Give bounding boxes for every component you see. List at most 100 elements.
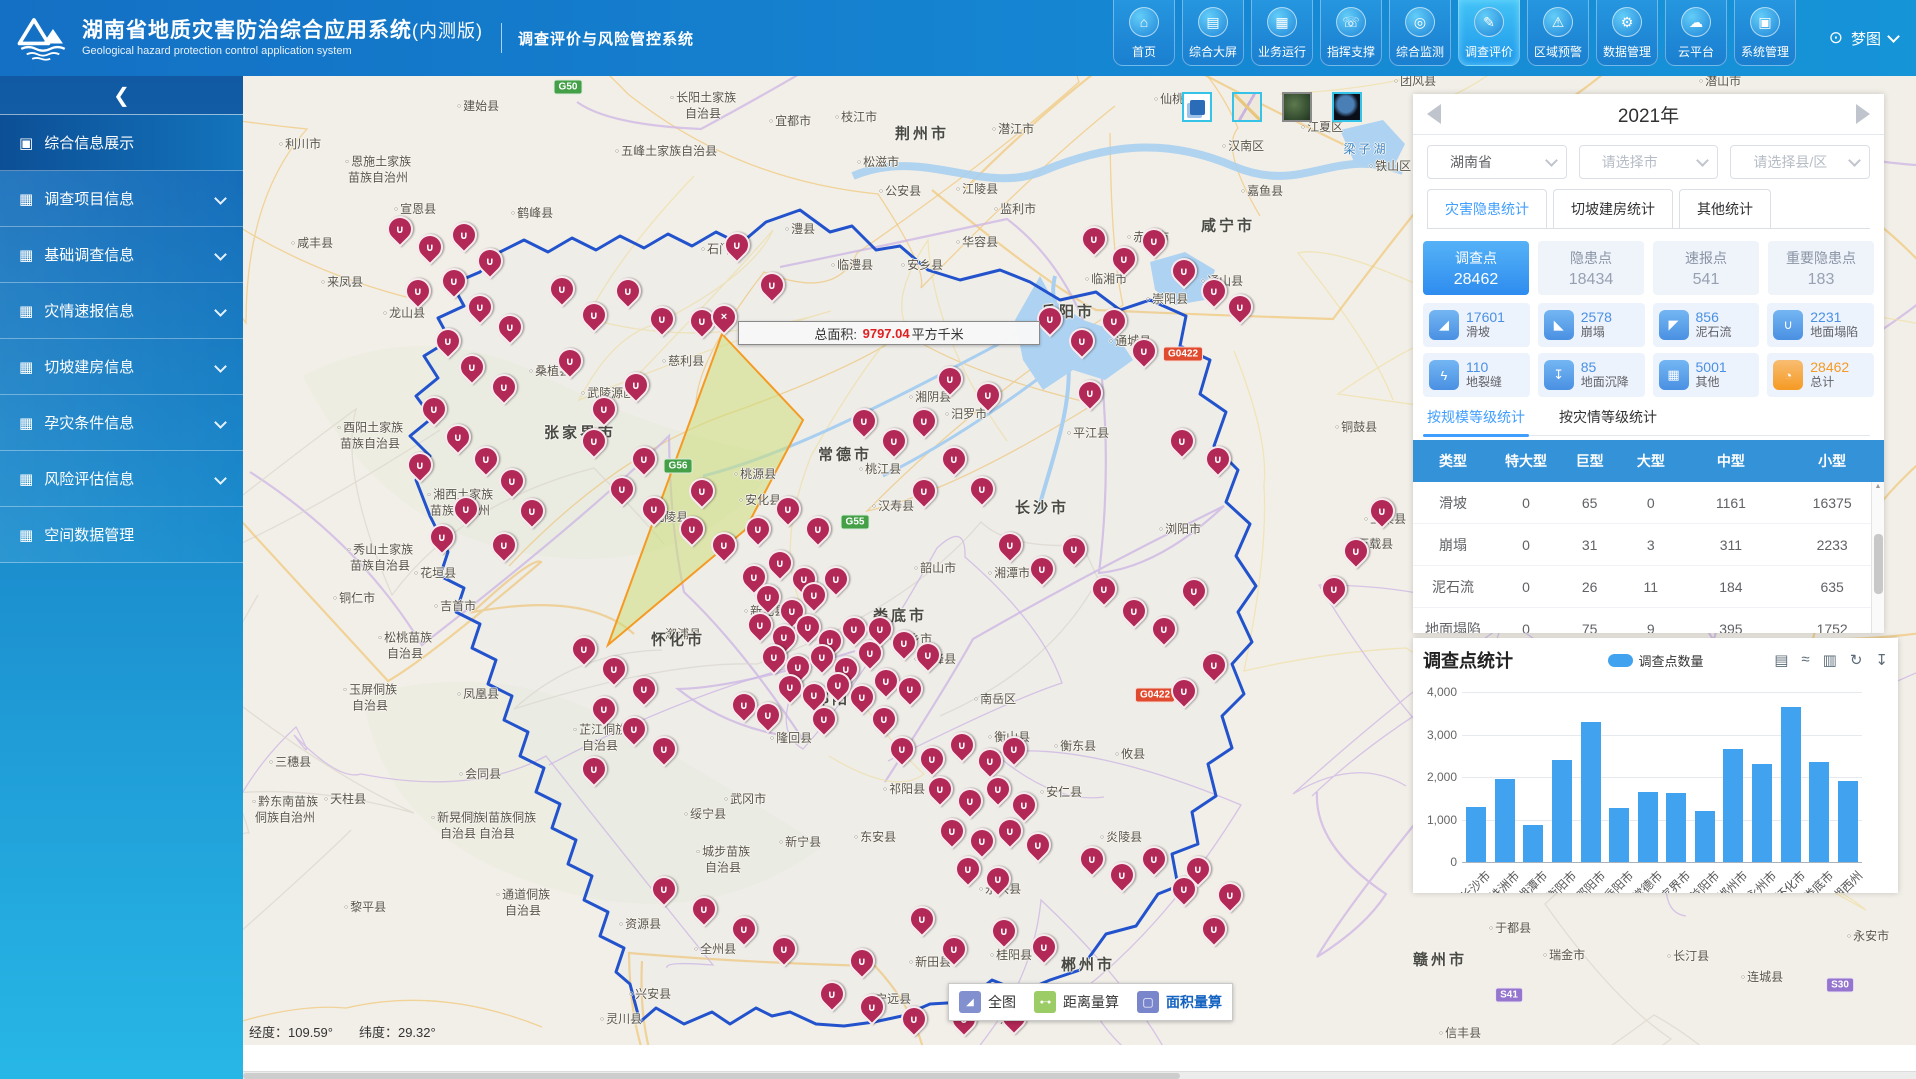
- subtab-按规模等级统计[interactable]: 按规模等级统计: [1427, 407, 1525, 435]
- sidebar-item-灾情速报信息[interactable]: ▦灾情速报信息: [0, 283, 243, 339]
- bar-张家界市[interactable]: [1666, 793, 1686, 862]
- data-view-icon[interactable]: ▤: [1774, 651, 1788, 669]
- nav-tab-业务运行[interactable]: ▦业务运行: [1251, 0, 1313, 66]
- map-tool-面积量算[interactable]: ▢面积量算: [1137, 991, 1222, 1013]
- landslide-glyph: ∪: [943, 448, 965, 470]
- nav-tab-数据管理[interactable]: ⚙数据管理: [1596, 0, 1658, 66]
- sidebar-item-综合信息展示[interactable]: ▣综合信息展示: [0, 114, 243, 171]
- hazard-card-地裂缝[interactable]: ϟ110地裂缝: [1423, 353, 1530, 397]
- bar-长沙市[interactable]: [1466, 807, 1486, 862]
- nav-tab-综合监测[interactable]: ◎综合监测: [1389, 0, 1451, 66]
- prev-year-button[interactable]: [1427, 104, 1441, 124]
- map-tool-距离量算[interactable]: ●─●距离量算: [1034, 991, 1119, 1013]
- hazard-card-地面塌陷[interactable]: ∪2231地面塌陷: [1767, 303, 1874, 347]
- landslide-glyph: ∪: [941, 820, 963, 842]
- landslide-glyph: ∪: [979, 750, 1001, 772]
- tab-灾害隐患统计[interactable]: 灾害隐患统计: [1427, 189, 1547, 228]
- sidebar-item-基础调查信息[interactable]: ▦基础调查信息: [0, 227, 243, 283]
- summary-card-速报点[interactable]: 速报点541: [1653, 241, 1759, 295]
- nav-tab-首页[interactable]: ⌂首页: [1113, 0, 1175, 66]
- hazard-card-泥石流[interactable]: ◤856泥石流: [1653, 303, 1760, 347]
- horizontal-scrollbar[interactable]: [243, 1071, 1916, 1079]
- hazard-card-其他[interactable]: ▦5001其他: [1653, 353, 1760, 397]
- card-label: 速报点: [1685, 248, 1727, 268]
- sidebar-collapse-button[interactable]: ❮: [0, 76, 243, 114]
- region-select-1[interactable]: 请选择市: [1579, 145, 1719, 179]
- table-scrollbar[interactable]: ▲ ▼: [1871, 482, 1884, 633]
- bar-娄底市[interactable]: [1809, 762, 1829, 862]
- header-divider: [501, 23, 502, 53]
- nav-tab-区域预警[interactable]: ⚠区域预警: [1527, 0, 1589, 66]
- landslide-glyph: ∪: [1039, 308, 1061, 330]
- hazard-card-text: 110地裂缝: [1466, 360, 1502, 390]
- hazard-card-崩塌[interactable]: ◣2578崩塌: [1538, 303, 1645, 347]
- bar-湘西州[interactable]: [1838, 781, 1858, 862]
- hazard-card-地面沉降[interactable]: ↧85地面沉降: [1538, 353, 1645, 397]
- layers-button[interactable]: [1182, 92, 1212, 122]
- nav-tab-调查评价[interactable]: ✎调查评价: [1458, 0, 1520, 66]
- bar-衡阳市[interactable]: [1552, 760, 1572, 862]
- tab-切坡建房统计[interactable]: 切坡建房统计: [1553, 189, 1673, 228]
- sidebar-item-空间数据管理[interactable]: ▦空间数据管理: [0, 507, 243, 563]
- landslide-glyph: ∪: [1183, 580, 1205, 602]
- bar-株洲市[interactable]: [1495, 779, 1515, 862]
- scroll-up-icon[interactable]: ▲: [1875, 483, 1882, 490]
- chart-legend[interactable]: 调查点数量: [1607, 651, 1703, 670]
- table-cell: 31: [1559, 537, 1620, 553]
- landslide-glyph: ∪: [921, 748, 943, 770]
- region-select-0[interactable]: 湖南省: [1427, 145, 1567, 179]
- nav-tab-综合大屏[interactable]: ▤综合大屏: [1182, 0, 1244, 66]
- summary-card-重要隐患点[interactable]: 重要隐患点183: [1768, 241, 1874, 295]
- scrollbar-thumb[interactable]: [1874, 534, 1883, 594]
- table-row[interactable]: 泥石流02611184635: [1413, 566, 1884, 608]
- refresh-icon[interactable]: ↻: [1850, 651, 1863, 669]
- bar-chart-icon[interactable]: ▥: [1823, 651, 1837, 669]
- hazard-card-滑坡[interactable]: ◢17601滑坡: [1423, 303, 1530, 347]
- menu-icon: ▦: [18, 469, 34, 489]
- sidebar-item-孕灾条件信息[interactable]: ▦孕灾条件信息: [0, 395, 243, 451]
- globe-thumb[interactable]: [1332, 92, 1362, 122]
- user-menu[interactable]: ⊙ 梦图: [1829, 0, 1898, 76]
- table-row[interactable]: 崩塌03133112233: [1413, 524, 1884, 566]
- region-select-2[interactable]: 请选择县/区: [1730, 145, 1870, 179]
- satellite-thumb[interactable]: [1282, 92, 1312, 122]
- download-icon[interactable]: ↧: [1875, 651, 1888, 669]
- bar-湘潭市[interactable]: [1523, 825, 1543, 862]
- landslide-glyph: ∪: [971, 478, 993, 500]
- gridline: [1462, 820, 1862, 821]
- nav-tab-系统管理[interactable]: ▣系统管理: [1734, 0, 1796, 66]
- bar-怀化市[interactable]: [1781, 707, 1801, 862]
- sidebar-item-切坡建房信息[interactable]: ▦切坡建房信息: [0, 339, 243, 395]
- sidebar-item-风险评估信息[interactable]: ▦风险评估信息: [0, 451, 243, 507]
- nav-tab-指挥支撑[interactable]: ☏指挥支撑: [1320, 0, 1382, 66]
- bar-永州市[interactable]: [1752, 764, 1772, 862]
- landslide-glyph: ∪: [431, 526, 453, 548]
- landslide-glyph: ∪: [733, 918, 755, 940]
- table-row[interactable]: 地面塌陷07593951752: [1413, 608, 1884, 633]
- summary-card-隐患点[interactable]: 隐患点18434: [1538, 241, 1644, 295]
- bar-邵阳市[interactable]: [1581, 722, 1601, 862]
- sidebar-item-调查项目信息[interactable]: ▦调查项目信息: [0, 171, 243, 227]
- bar-常德市[interactable]: [1638, 792, 1658, 862]
- bar-岳阳市[interactable]: [1609, 808, 1629, 862]
- eye-icon[interactable]: ⊙: [1829, 28, 1843, 48]
- table-cell: 311: [1681, 537, 1780, 553]
- next-year-button[interactable]: [1856, 104, 1870, 124]
- hscroll-thumb[interactable]: [243, 1073, 1180, 1079]
- map-tool-label: 面积量算: [1166, 992, 1222, 1012]
- bar-郴州市[interactable]: [1723, 749, 1743, 862]
- street-map-thumb[interactable]: [1232, 92, 1262, 122]
- nav-tab-云平台[interactable]: ☁云平台: [1665, 0, 1727, 66]
- summary-card-调查点[interactable]: 调查点28462: [1423, 241, 1529, 295]
- tab-其他统计[interactable]: 其他统计: [1679, 189, 1771, 228]
- table-row[interactable]: 滑坡0650116116375: [1413, 482, 1884, 524]
- line-chart-icon[interactable]: ≈: [1801, 651, 1809, 669]
- subtab-按灾情等级统计[interactable]: 按灾情等级统计: [1559, 407, 1657, 435]
- landslide-glyph: ∪: [623, 718, 645, 740]
- table-cell: 395: [1681, 621, 1780, 634]
- stats-panel: 2021年 湖南省请选择市请选择县/区 灾害隐患统计切坡建房统计其他统计 调查点…: [1413, 94, 1884, 633]
- map-tool-全图[interactable]: ◢全图: [959, 991, 1016, 1013]
- logo-icon: [14, 14, 72, 62]
- hazard-card-总计[interactable]: ◔28462总计: [1767, 353, 1874, 397]
- bar-益阳市[interactable]: [1695, 811, 1715, 862]
